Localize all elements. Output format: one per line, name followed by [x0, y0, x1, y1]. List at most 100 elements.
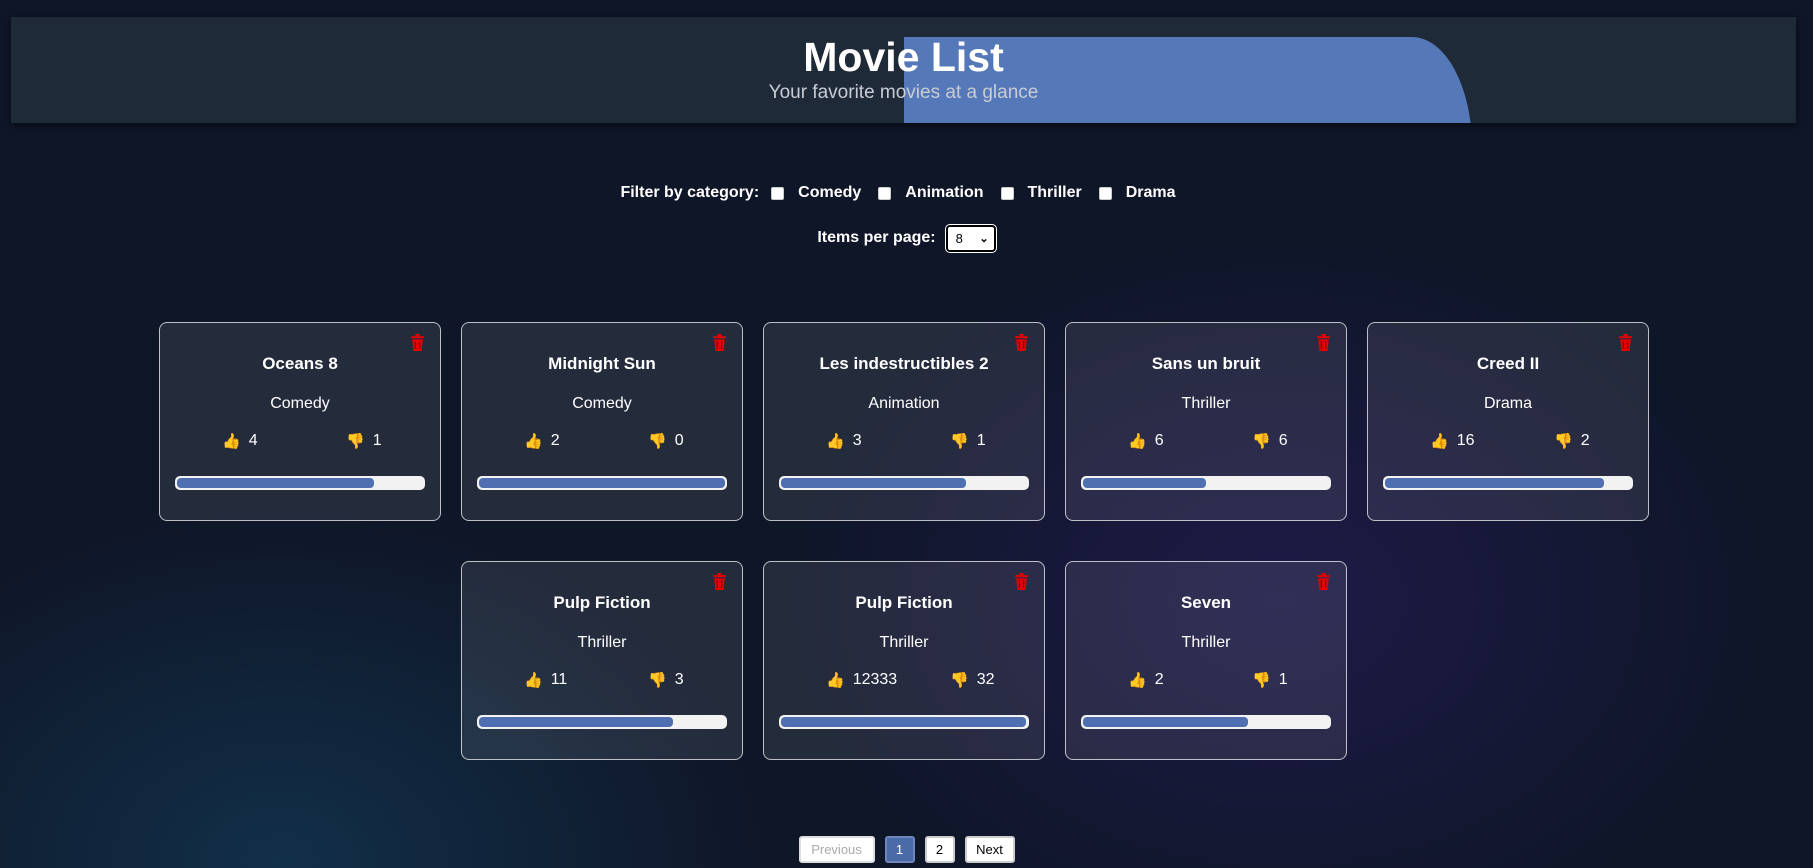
like-button[interactable]: 👍 12333 [826, 671, 897, 689]
like-ratio-fill [781, 478, 966, 488]
dislike-count: 3 [674, 671, 684, 688]
movie-card: Pulp Fiction Thriller 👍 12333 👎 32 [763, 561, 1045, 760]
thumbs-up-icon: 👍 [524, 433, 543, 450]
thumbs-down-icon: 👎 [1252, 672, 1271, 689]
movie-category: Comedy [572, 395, 632, 412]
items-per-page: Items per page: 8 ⌄ [0, 224, 1813, 252]
like-ratio-fill [479, 478, 725, 488]
like-ratio-fill [781, 717, 1027, 727]
delete-trash-icon[interactable] [712, 573, 727, 590]
filter-option-label: Drama [1125, 184, 1176, 201]
delete-trash-icon[interactable] [410, 334, 425, 351]
page-title: Movie List [803, 34, 1004, 80]
dislike-button[interactable]: 👎 1 [950, 432, 986, 450]
filter-option-label: Thriller [1027, 184, 1082, 201]
like-ratio-fill [1385, 478, 1604, 488]
thumbs-up-icon: 👍 [1128, 433, 1147, 450]
thumbs-down-icon: 👎 [1554, 433, 1573, 450]
movie-title: Midnight Sun [548, 354, 656, 373]
like-ratio-bar [477, 715, 727, 729]
filter-option-animation[interactable]: Animation [878, 184, 984, 202]
dislike-button[interactable]: 👎 2 [1554, 432, 1590, 450]
movie-category: Thriller [577, 634, 627, 651]
filter-option-label: Comedy [798, 184, 862, 201]
previous-page-button[interactable]: Previous [798, 836, 875, 863]
dislike-button[interactable]: 👎 1 [1252, 671, 1288, 689]
dislike-button[interactable]: 👎 3 [648, 671, 684, 689]
delete-trash-icon[interactable] [1316, 573, 1331, 590]
thumbs-down-icon: 👎 [346, 433, 365, 450]
dislike-count: 1 [372, 432, 382, 449]
items-per-page-value: 8 [955, 230, 963, 246]
like-button[interactable]: 👍 2 [1128, 671, 1164, 689]
delete-trash-icon[interactable] [1014, 573, 1029, 590]
delete-trash-icon[interactable] [1014, 334, 1029, 351]
chevron-down-icon: ⌄ [979, 232, 989, 245]
movie-title: Pulp Fiction [855, 593, 953, 612]
app-header: Movie List Your favorite movies at a gla… [11, 17, 1796, 123]
dislike-count: 0 [674, 432, 684, 449]
like-count: 12333 [852, 671, 898, 688]
page-button-1[interactable]: 1 [884, 836, 915, 863]
like-button[interactable]: 👍 4 [222, 432, 258, 450]
like-button[interactable]: 👍 2 [524, 432, 560, 450]
movie-title: Creed II [1476, 354, 1540, 373]
like-ratio-bar [1081, 715, 1331, 729]
comedy-checkbox[interactable] [771, 186, 785, 200]
like-ratio-fill [1083, 478, 1206, 488]
dislike-button[interactable]: 👎 1 [346, 432, 382, 450]
drama-checkbox[interactable] [1098, 186, 1112, 200]
delete-trash-icon[interactable] [1618, 334, 1633, 351]
items-per-page-select[interactable]: 8 ⌄ [945, 224, 996, 252]
filter-label: Filter by category: [620, 184, 760, 201]
like-count: 2 [1154, 671, 1164, 688]
thumbs-up-icon: 👍 [222, 433, 241, 450]
movie-card: Sans un bruit Thriller 👍 6 👎 6 [1065, 322, 1347, 521]
like-button[interactable]: 👍 16 [1430, 432, 1474, 450]
movie-title: Sans un bruit [1151, 354, 1261, 373]
movie-card: Pulp Fiction Thriller 👍 11 👎 3 [461, 561, 743, 760]
items-per-page-label: Items per page: [817, 229, 936, 246]
like-button[interactable]: 👍 11 [524, 671, 567, 689]
movie-card: Midnight Sun Comedy 👍 2 👎 0 [461, 322, 743, 521]
movie-card: Creed II Drama 👍 16 👎 2 [1367, 322, 1649, 521]
dislike-button[interactable]: 👎 6 [1252, 432, 1288, 450]
thumbs-down-icon: 👎 [648, 672, 667, 689]
filter-option-comedy[interactable]: Comedy [771, 184, 861, 202]
animation-checkbox[interactable] [878, 186, 892, 200]
thumbs-down-icon: 👎 [950, 433, 969, 450]
dislike-count: 2 [1580, 432, 1590, 449]
thumbs-up-icon: 👍 [1430, 433, 1449, 450]
thumbs-up-icon: 👍 [826, 433, 845, 450]
filter-option-drama[interactable]: Drama [1098, 184, 1176, 202]
movie-title: Les indestructibles 2 [819, 354, 989, 373]
like-count: 2 [550, 432, 560, 449]
like-count: 6 [1154, 432, 1164, 449]
like-ratio-fill [177, 478, 374, 488]
filter-option-thriller[interactable]: Thriller [1000, 184, 1082, 202]
page-subtitle: Your favorite movies at a glance [768, 82, 1039, 103]
page-button-2[interactable]: 2 [924, 836, 955, 863]
filter-option-label: Animation [905, 184, 984, 201]
thriller-checkbox[interactable] [1000, 186, 1014, 200]
dislike-button[interactable]: 👎 0 [648, 432, 684, 450]
thumbs-up-icon: 👍 [524, 672, 543, 689]
like-ratio-bar [1081, 476, 1331, 490]
like-ratio-fill [1083, 717, 1248, 727]
dislike-count: 1 [1278, 671, 1288, 688]
dislike-count: 6 [1278, 432, 1288, 449]
dislike-button[interactable]: 👎 32 [950, 671, 994, 689]
thumbs-up-icon: 👍 [826, 672, 845, 689]
like-button[interactable]: 👍 6 [1128, 432, 1164, 450]
movie-category: Drama [1483, 395, 1532, 412]
like-count: 3 [852, 432, 862, 449]
delete-trash-icon[interactable] [1316, 334, 1331, 351]
like-button[interactable]: 👍 3 [826, 432, 862, 450]
next-page-button[interactable]: Next [964, 836, 1015, 863]
movie-category: Comedy [270, 395, 330, 412]
like-ratio-bar [779, 476, 1029, 490]
like-count: 4 [248, 432, 258, 449]
thumbs-down-icon: 👎 [1252, 433, 1271, 450]
delete-trash-icon[interactable] [712, 334, 727, 351]
thumbs-down-icon: 👎 [648, 433, 667, 450]
